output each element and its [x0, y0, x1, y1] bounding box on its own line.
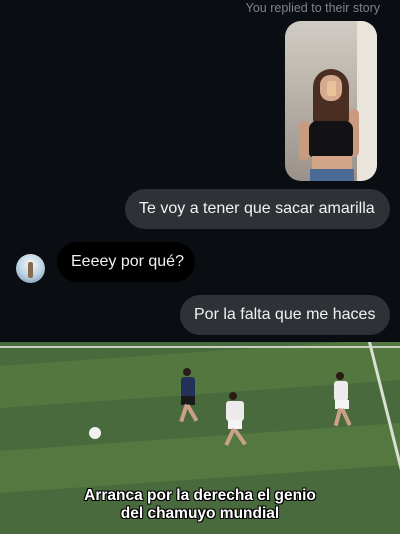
story-waist	[312, 156, 352, 170]
story-arm-left	[299, 121, 309, 161]
chat-panel: You replied to their story Te voy a tene…	[0, 0, 400, 342]
story-reply-note: You replied to their story	[245, 1, 380, 15]
contact-avatar[interactable]	[16, 254, 45, 283]
football	[89, 427, 101, 439]
video-caption: Arranca por la derecha el genio del cham…	[0, 487, 400, 523]
story-door	[357, 21, 377, 181]
story-top	[309, 121, 353, 157]
story-thumbnail[interactable]	[285, 21, 377, 181]
story-jeans	[310, 169, 354, 181]
caption-line-2: del chamuyo mundial	[120, 505, 280, 522]
message-bubble-outgoing[interactable]: Por la falta que me haces	[180, 295, 390, 335]
message-bubble-outgoing[interactable]: Te voy a tener que sacar amarilla	[125, 189, 390, 229]
message-bubble-incoming[interactable]: Eeeey por qué?	[57, 242, 195, 282]
pitch-stripe	[0, 420, 400, 496]
avatar-figure	[28, 262, 33, 278]
caption-line-1: Arranca por la derecha el genio	[84, 487, 316, 504]
pitch-line	[0, 346, 400, 348]
story-phone	[327, 81, 336, 96]
